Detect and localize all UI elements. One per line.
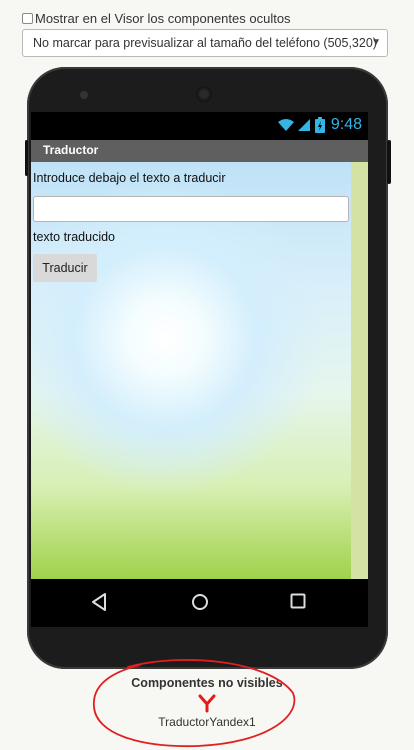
show-hidden-components-option[interactable]: Mostrar en el Visor los componentes ocul… [22,11,291,26]
non-visible-components-title: Componentes no visibles [131,676,283,690]
status-bar: 9:48 [31,112,368,140]
app-title-bar: Traductor [31,140,368,162]
text-to-translate-input[interactable] [33,196,349,222]
app-title: Traductor [43,143,99,157]
yandex-icon[interactable] [197,693,217,713]
annotation-circle [93,659,296,748]
screen-content: Introduce debajo el texto a traducir tex… [31,162,351,579]
chevron-down-icon: ▼ [371,37,381,48]
phone-screen: 9:48 Traductor Introduce debajo el texto… [31,112,368,579]
phone-side-button-right [387,140,391,184]
earpiece-speaker-icon [196,86,212,102]
translated-text-label: texto traducido [33,230,115,244]
home-circle-icon[interactable] [191,593,209,611]
recents-square-icon[interactable] [290,593,306,609]
battery-icon [314,117,325,133]
preview-size-select[interactable]: No marcar para previsualizar al tamaño d… [22,29,388,57]
wifi-icon [277,119,294,131]
show-hidden-checkbox[interactable] [22,13,33,24]
back-triangle-icon[interactable] [91,593,107,611]
front-camera-icon [80,91,88,99]
status-time: 9:48 [330,116,362,133]
screen-scroll-strip [351,162,368,579]
signal-icon [297,119,310,131]
translate-button[interactable]: Traducir [33,254,97,282]
yandex-component-label[interactable]: TraductorYandex1 [0,715,414,729]
preview-size-value: No marcar para previsualizar al tamaño d… [33,36,377,50]
phone-nav-bar [31,579,368,627]
show-hidden-label: Mostrar en el Visor los componentes ocul… [35,11,291,26]
intro-label: Introduce debajo el texto a traducir [33,171,226,185]
phone-side-button-left [25,140,28,176]
